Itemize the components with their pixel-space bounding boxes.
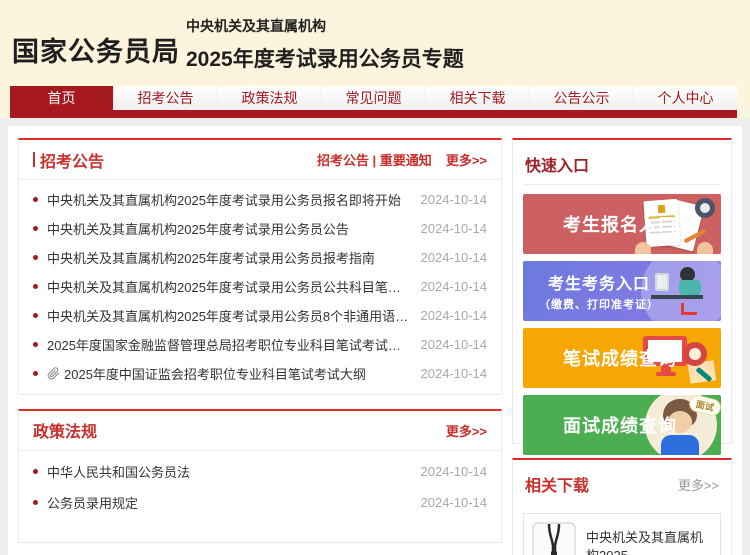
bullet-icon <box>33 284 38 289</box>
announcements-subtabs[interactable]: 招考公告 | 重要通知 <box>317 150 432 169</box>
bullet-icon <box>33 342 38 347</box>
written-score-query-button[interactable]: 笔试成绩查询 <box>523 328 721 388</box>
tab-announcements[interactable]: 招考公告 <box>114 86 218 110</box>
downloads-more-link[interactable]: 更多>> <box>678 475 719 494</box>
tab-home[interactable]: 首页 <box>10 86 114 110</box>
bullet-icon <box>33 255 38 260</box>
quick-entry-title: 快速入口 <box>523 149 721 185</box>
announcements-list: 中央机关及其直属机构2025年度考试录用公务员报名即将开始 2024-10-14… <box>19 180 501 388</box>
policies-title: 政策法规 <box>33 418 97 442</box>
announcement-item: 中央机关及其直属机构2025年度考试录用公务员公告 2024-10-14 <box>33 214 487 243</box>
page-title: 2025年度考试录用公务员专题 <box>186 43 464 73</box>
zip-file-icon: ZIP <box>532 522 576 555</box>
tab-downloads[interactable]: 相关下载 <box>426 86 530 110</box>
bullet-icon <box>33 371 38 376</box>
watch-icon <box>695 198 715 218</box>
tab-faq[interactable]: 常见问题 <box>322 86 426 110</box>
magnifier-icon <box>683 342 707 366</box>
announcement-item: 2025年度国家金融监督管理总局招考职位专业科目笔试考试大纲 2024-10-1… <box>33 330 487 359</box>
bullet-icon <box>33 197 38 202</box>
downloads-panel: 相关下载 更多>> ZIP <box>512 458 732 555</box>
header-org-line: 中央机关及其直属机构 <box>186 16 464 36</box>
announcement-item: 中央机关及其直属机构2025年度考试录用公务员报考指南 2024-10-14 <box>33 243 487 272</box>
announcement-item: 2025年度中国证监会招考职位专业科目笔试考试大纲 2024-10-14 <box>33 359 487 388</box>
download-item[interactable]: ZIP 中央机关及其直属机构2025... <box>523 513 721 555</box>
announcement-item: 中央机关及其直属机构2025年度考试录用公务员8个非通用语职位外语水平测试大纲 … <box>33 301 487 330</box>
announcement-item: 中央机关及其直属机构2025年度考试录用公务员报名即将开始 2024-10-14 <box>33 185 487 214</box>
tab-personal-center[interactable]: 个人中心 <box>634 86 737 110</box>
bullet-icon <box>33 469 38 474</box>
title-accent-bar <box>33 152 35 167</box>
policies-list: 中华人民共和国公务员法 2024-10-14 公务员录用规定 2024-10-1… <box>19 451 501 518</box>
policies-more-link[interactable]: 更多>> <box>446 421 487 440</box>
interview-score-query-button[interactable]: 面试成绩查询 面试 <box>523 395 721 455</box>
bullet-icon <box>33 313 38 318</box>
main-content: 招考公告 招考公告 | 重要通知 更多>> 中央机关及其直属机构2025年度考试… <box>8 126 742 555</box>
tab-policies[interactable]: 政策法规 <box>218 86 322 110</box>
exam-affairs-entry-button[interactable]: 考生考务入口 （缴费、打印准考证） <box>523 261 721 321</box>
bullet-icon <box>33 500 38 505</box>
main-nav: 首页 招考公告 政策法规 常见问题 相关下载 公告公示 个人中心 <box>10 86 737 110</box>
downloads-title: 相关下载 <box>525 472 589 496</box>
policy-item: 中华人民共和国公务员法 2024-10-14 <box>33 456 487 487</box>
site-logo: 国家公务员局 <box>12 30 180 69</box>
announcements-panel: 招考公告 招考公告 | 重要通知 更多>> 中央机关及其直属机构2025年度考试… <box>18 138 502 395</box>
announcement-item: 中央机关及其直属机构2025年度考试录用公务员公共科目笔试考试大纲 2024-1… <box>33 272 487 301</box>
tab-notices[interactable]: 公告公示 <box>530 86 634 110</box>
site-header: 国家公务员局 中央机关及其直属机构 2025年度考试录用公务员专题 首页 招考公… <box>0 0 750 118</box>
policies-panel: 政策法规 更多>> 中华人民共和国公务员法 2024-10-14 公务员录用规定 <box>18 409 502 543</box>
announcements-title: 招考公告 <box>33 148 104 172</box>
nav-underline-band <box>10 110 737 118</box>
announcements-more-link[interactable]: 更多>> <box>446 150 487 169</box>
candidate-registration-entry-button[interactable]: 考生报名入口 <box>523 194 721 254</box>
paperclip-icon <box>47 367 60 380</box>
quick-entry-panel: 快速入口 考生报名入口 <box>512 138 732 444</box>
policy-item: 公务员录用规定 2024-10-14 <box>33 487 487 518</box>
bullet-icon <box>33 226 38 231</box>
download-item-label[interactable]: 中央机关及其直属机构2025... <box>586 529 712 555</box>
